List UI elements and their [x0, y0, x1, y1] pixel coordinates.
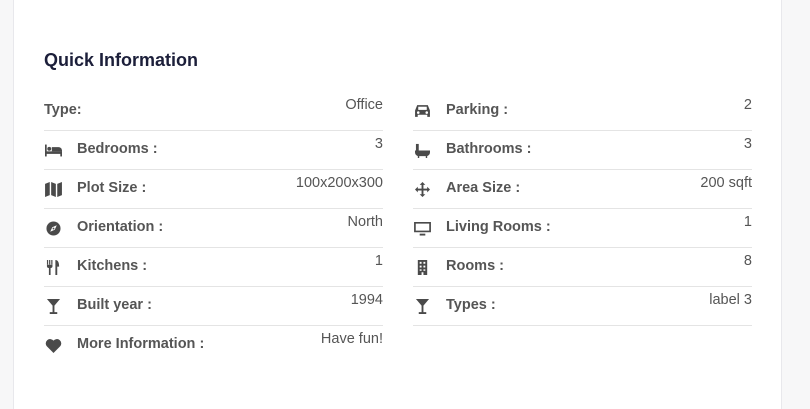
- utensils-icon: [44, 259, 62, 275]
- row-value: 3: [374, 136, 383, 152]
- row-value: 1: [743, 214, 752, 230]
- row-label: Orientation :: [77, 219, 164, 235]
- info-row-built-year: Built year : 1994: [44, 287, 383, 326]
- row-value: 1994: [350, 292, 383, 308]
- right-column: Parking : 2 Bathrooms : 3 Area Size : 20…: [413, 92, 752, 326]
- row-value: Office: [345, 97, 383, 113]
- row-label: Kitchens :: [77, 258, 148, 274]
- row-label: Plot Size :: [77, 180, 147, 196]
- map-icon: [44, 181, 62, 197]
- monitor-icon: [413, 220, 431, 236]
- row-label: Type:: [44, 102, 82, 118]
- row-value: North: [347, 214, 383, 230]
- row-label: Living Rooms :: [446, 219, 551, 235]
- row-label: Area Size :: [446, 180, 521, 196]
- row-value: 200 sqft: [700, 175, 752, 191]
- info-row-more-information: More Information : Have fun!: [44, 326, 383, 365]
- info-row-area-size: Area Size : 200 sqft: [413, 170, 752, 209]
- info-row-plot-size: Plot Size : 100x200x300: [44, 170, 383, 209]
- row-value: 2: [743, 97, 752, 113]
- row-value: 1: [374, 253, 383, 269]
- bath-icon: [413, 142, 431, 158]
- row-label: Bedrooms :: [77, 141, 158, 157]
- arrows-icon: [413, 181, 431, 197]
- row-value: Have fun!: [320, 331, 383, 347]
- glass-icon: [44, 298, 62, 314]
- info-row-bathrooms: Bathrooms : 3: [413, 131, 752, 170]
- info-row-living-rooms: Living Rooms : 1: [413, 209, 752, 248]
- quick-information-card: Quick Information Type: Office Bedrooms …: [13, 0, 782, 409]
- compass-icon: [44, 220, 62, 236]
- info-row-parking: Parking : 2: [413, 92, 752, 131]
- info-row-kitchens: Kitchens : 1: [44, 248, 383, 287]
- row-label: Parking :: [446, 102, 509, 118]
- info-row-orientation: Orientation : North: [44, 209, 383, 248]
- row-value: 100x200x300: [295, 175, 383, 191]
- glass-icon: [413, 298, 431, 314]
- info-row-types: Types : label 3: [413, 287, 752, 326]
- building-icon: [413, 259, 431, 275]
- heart-icon: [44, 337, 62, 353]
- row-value: 3: [743, 136, 752, 152]
- car-icon: [413, 103, 431, 119]
- left-column: Type: Office Bedrooms : 3 Plot Size : 10…: [44, 92, 383, 365]
- bed-icon: [44, 142, 62, 158]
- row-value: 8: [743, 253, 752, 269]
- row-label: Bathrooms :: [446, 141, 532, 157]
- row-value: label 3: [709, 292, 752, 308]
- section-title: Quick Information: [44, 50, 199, 70]
- row-label: Types :: [446, 297, 496, 313]
- row-label: Rooms :: [446, 258, 504, 274]
- row-label: More Information :: [77, 336, 205, 352]
- row-label: Built year :: [77, 297, 152, 313]
- info-row-type: Type: Office: [44, 92, 383, 131]
- info-row-rooms: Rooms : 8: [413, 248, 752, 287]
- info-row-bedrooms: Bedrooms : 3: [44, 131, 383, 170]
